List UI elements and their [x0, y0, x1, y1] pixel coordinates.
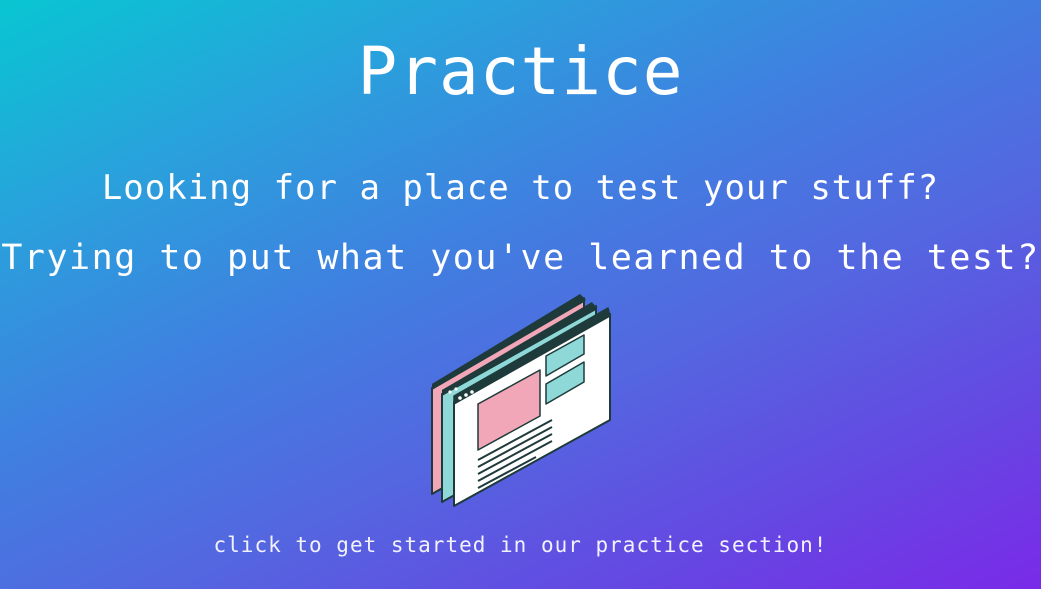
practice-hero[interactable]: Practice Looking for a place to test you… [0, 0, 1041, 589]
page-title: Practice [357, 33, 684, 110]
get-started-link[interactable]: click to get started in our practice sec… [0, 530, 1041, 560]
browser-windows-illustration [431, 294, 611, 507]
tagline-question-2: Trying to put what you've learned to the… [1, 238, 1040, 278]
tagline-question-1: Looking for a place to test your stuff? [101, 168, 940, 208]
